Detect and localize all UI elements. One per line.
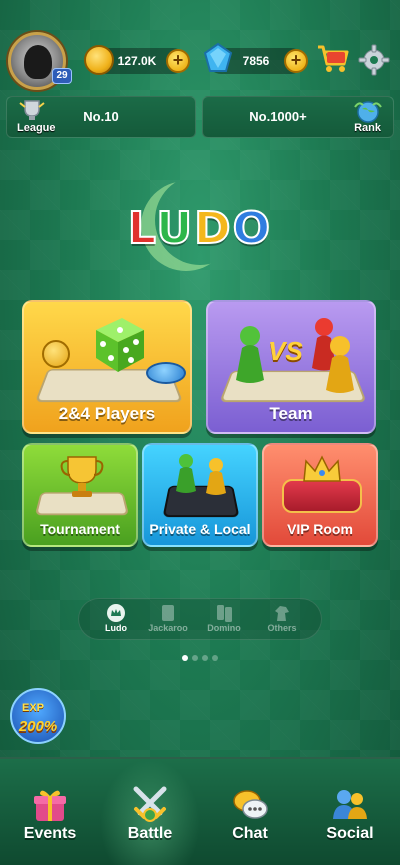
nav-events-label: Events (23, 825, 77, 842)
versus-badge: VS (268, 336, 303, 366)
nav-battle[interactable]: Battle (100, 759, 200, 865)
yellow-pawn-icon (326, 336, 354, 393)
league-panel[interactable]: League No.10 (6, 96, 196, 138)
rank-label: Rank (354, 122, 381, 134)
game-type-tabs: Ludo Jackaroo Domino Others (78, 598, 322, 640)
mode-2-4-players-card[interactable]: 2&4 Players (22, 300, 192, 434)
add-coins-button[interactable]: + (166, 49, 190, 73)
tab-ludo-label: Ludo (105, 623, 127, 633)
mode-2-4-players-label: 2&4 Players (58, 404, 156, 423)
exp-title: EXP (22, 702, 45, 714)
ranking-bar: League No.10 No.1000+ Rank (6, 96, 394, 138)
tab-jackaroo[interactable]: Jackaroo (141, 601, 195, 639)
mode-tournament-card[interactable]: Tournament (22, 443, 138, 547)
tab-domino-label: Domino (207, 623, 241, 633)
avatar-silhouette (24, 45, 52, 79)
mode-private-local-card[interactable]: Private & Local (142, 443, 258, 547)
logo-letter-l: L (127, 202, 157, 255)
tab-ludo[interactable]: Ludo (89, 601, 143, 639)
game-logo: LUDO (0, 175, 400, 275)
page-dot (182, 655, 188, 661)
bottom-navigation: Events Battle Chat Social (0, 757, 400, 865)
nav-battle-label: Battle (127, 825, 173, 842)
tab-others-label: Others (267, 623, 297, 633)
tab-others[interactable]: Others (255, 601, 309, 639)
shop-cart-icon[interactable] (316, 44, 350, 74)
exp-badge-frame (10, 688, 66, 744)
logo-letter-u: U (155, 202, 195, 255)
settings-gear-icon[interactable] (358, 44, 390, 76)
blue-token-icon (146, 362, 186, 384)
card-icon (162, 605, 174, 621)
rank-position: No.1000+ (249, 109, 307, 124)
page-dot (212, 655, 218, 661)
coin-token-icon (42, 340, 70, 368)
ludo-crown-icon (107, 604, 125, 622)
gift-icon (34, 790, 66, 821)
exp-boost-badge[interactable]: EXP 200% (6, 688, 70, 746)
green-pawn-icon (236, 326, 264, 383)
top-bar: 29 127.0K + 7856 + (0, 28, 400, 92)
horse-icon (275, 606, 289, 621)
mode-vip-room-label: VIP Room (287, 521, 353, 537)
mode-tournament-label: Tournament (40, 521, 120, 537)
crossed-swords-icon (133, 786, 167, 822)
mode-team-card[interactable]: VS Team (206, 300, 376, 434)
nav-events[interactable]: Events (0, 759, 100, 865)
crown-icon (303, 455, 341, 482)
mode-team-label: Team (269, 404, 313, 423)
add-gems-button[interactable]: + (284, 49, 308, 73)
tab-domino[interactable]: Domino (197, 601, 251, 639)
trophy-icon (60, 456, 104, 497)
coin-icon (84, 45, 114, 75)
mode-private-local-label: Private & Local (149, 521, 251, 537)
dice-icon (96, 318, 144, 372)
rank-panel[interactable]: No.1000+ Rank (202, 96, 394, 138)
mode-vip-room-card[interactable]: VIP Room (262, 443, 378, 547)
nav-social-label: Social (326, 825, 374, 842)
level-badge: 29 (52, 68, 72, 84)
logo-text: LUDO (0, 202, 400, 255)
gem-icon (203, 42, 233, 72)
chat-bubbles-icon (233, 790, 268, 819)
coin-balance: 127.0K + (84, 45, 190, 75)
league-position: No.10 (83, 109, 119, 124)
page-dot (202, 655, 208, 661)
nav-chat-label: Chat (232, 825, 268, 842)
pawns-icon (176, 454, 226, 495)
page-dot (192, 655, 198, 661)
domino-icon (217, 605, 232, 622)
page-indicator (0, 648, 400, 666)
exp-value: 200% (18, 718, 58, 735)
logo-letter-o: O (232, 202, 273, 255)
tab-jackaroo-label: Jackaroo (148, 623, 188, 633)
nav-chat[interactable]: Chat (200, 759, 300, 865)
nav-social[interactable]: Social (300, 759, 400, 865)
friends-icon (333, 790, 367, 819)
gem-balance: 7856 + (203, 42, 308, 74)
logo-letter-d: D (193, 202, 233, 255)
